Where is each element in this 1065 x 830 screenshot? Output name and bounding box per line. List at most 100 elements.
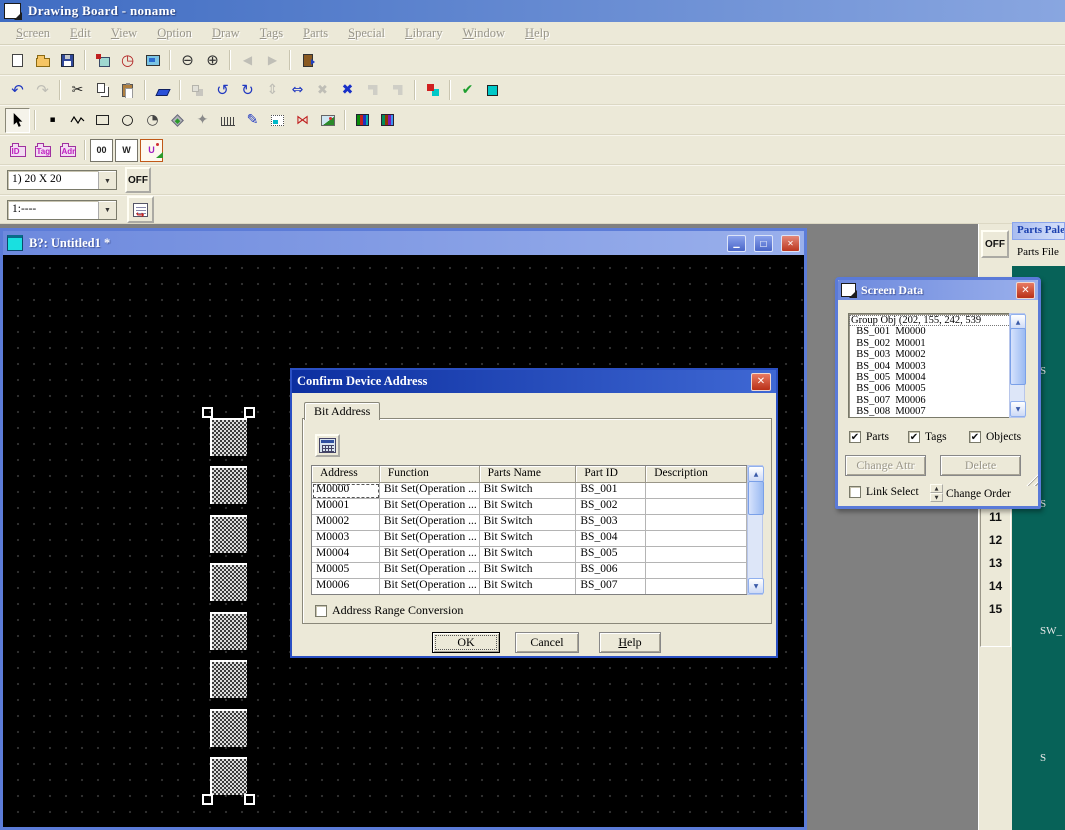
swap-colors-button[interactable] — [420, 78, 445, 103]
shrink-button[interactable]: ✖ — [310, 78, 335, 103]
paste-button[interactable] — [115, 78, 140, 103]
cancel-button[interactable]: Cancel — [515, 632, 579, 653]
flip-vertical-button[interactable]: ⇕ — [260, 78, 285, 103]
selection-handle[interactable] — [202, 794, 213, 805]
resize-grip[interactable] — [1025, 473, 1038, 486]
column-header-description[interactable]: Description — [646, 466, 747, 483]
bit-switch-part[interactable] — [210, 612, 247, 650]
library-w-button[interactable]: W — [115, 139, 138, 162]
align-button[interactable] — [185, 78, 210, 103]
adr-tag-button[interactable]: Adr — [55, 138, 80, 163]
parts-3d-button[interactable] — [350, 108, 375, 133]
zoom-out-button[interactable]: ⊖ — [175, 48, 200, 73]
cell-address[interactable]: M0005 — [312, 563, 380, 579]
fill-color-button[interactable] — [480, 78, 505, 103]
grid-off-toggle-button[interactable]: OFF — [125, 167, 151, 193]
attribute-check-button[interactable]: ✔ — [455, 78, 480, 103]
help-button[interactable]: Help — [599, 632, 661, 653]
select-button[interactable] — [5, 108, 30, 133]
cut-button[interactable]: ✂ — [65, 78, 90, 103]
cell-address[interactable]: M0006 — [312, 579, 380, 595]
parts-palette-title[interactable]: Parts Pale — [1012, 222, 1065, 240]
tag-tag-button[interactable]: Tag — [30, 138, 55, 163]
column-header-part-id[interactable]: Part ID — [576, 466, 646, 483]
selection-handle[interactable] — [244, 794, 255, 805]
state-list-button[interactable] — [127, 196, 154, 223]
exit-button[interactable] — [295, 48, 320, 73]
filter-tags[interactable]: ✔Tags — [908, 431, 947, 443]
rotate-left-button[interactable]: ↺ — [210, 78, 235, 103]
dot-button[interactable]: ▪ — [40, 108, 65, 133]
screen-data-item[interactable]: BS_005 M0004 — [849, 372, 1023, 383]
table-scrollbar[interactable]: ▲ ▼ — [747, 465, 763, 595]
spin-down-icon[interactable]: ▼ — [930, 493, 943, 502]
link-select-checkbox[interactable]: Link Select — [849, 486, 919, 498]
screen-data-item[interactable]: Group Obj (202, 155, 242, 539 — [849, 315, 1023, 326]
new-button[interactable] — [5, 48, 30, 73]
table-row[interactable]: M0003Bit Set(Operation ...Bit SwitchBS_0… — [312, 531, 747, 547]
menu-item-tags[interactable]: Tags — [250, 26, 293, 41]
screen-data-item[interactable]: BS_004 M0003 — [849, 361, 1023, 372]
screen-data-item[interactable]: BS_006 M0005 — [849, 383, 1023, 394]
palette-part-label[interactable]: S — [1040, 752, 1046, 764]
id-tag-button[interactable]: ID — [5, 138, 30, 163]
tag-mark-button[interactable]: ⋈ — [290, 108, 315, 133]
screen-data-item[interactable]: BS_001 M0000 — [849, 326, 1023, 337]
chevron-down-icon[interactable]: ▼ — [98, 201, 116, 219]
checkbox-icon[interactable] — [849, 486, 861, 498]
close-icon[interactable]: ✕ — [781, 235, 800, 252]
table-row[interactable]: M0002Bit Set(Operation ...Bit SwitchBS_0… — [312, 515, 747, 531]
bit-switch-part[interactable] — [210, 466, 247, 504]
library-u-button[interactable]: U — [140, 139, 163, 162]
parts-page-13[interactable]: 13 — [981, 556, 1010, 579]
selection-handle[interactable] — [202, 407, 213, 418]
parts-file-button[interactable]: Parts File — [1012, 240, 1065, 266]
menu-item-special[interactable]: Special — [338, 26, 395, 41]
parts-page-12[interactable]: 12 — [981, 533, 1010, 556]
checkbox-icon[interactable]: ✔ — [969, 431, 981, 443]
delete-button[interactable]: Delete — [940, 455, 1021, 476]
menu-item-window[interactable]: Window — [452, 26, 515, 41]
palette-part-label[interactable]: SW_ — [1040, 625, 1062, 637]
scroll-down-icon[interactable]: ▼ — [748, 578, 764, 594]
flip-horizontal-button[interactable]: ⇔ — [285, 78, 310, 103]
table-row[interactable]: M0005Bit Set(Operation ...Bit SwitchBS_0… — [312, 563, 747, 579]
grid-size-combo[interactable]: 1) 20 X 20 ▼ — [7, 170, 117, 190]
screen-manager-button[interactable] — [140, 48, 165, 73]
screen-data-item[interactable]: BS_008 M0007 — [849, 406, 1023, 417]
spin-up-icon[interactable]: ▲ — [930, 484, 943, 493]
image-button[interactable] — [315, 108, 340, 133]
bit-switch-part[interactable] — [210, 709, 247, 747]
alarm-clock-button[interactable]: ◷ — [115, 48, 140, 73]
parts-page-11[interactable]: 11 — [981, 510, 1010, 533]
device-keypad-button[interactable] — [315, 434, 340, 457]
save-button[interactable] — [55, 48, 80, 73]
menu-item-help[interactable]: Help — [515, 26, 559, 41]
filter-objects[interactable]: ✔Objects — [969, 431, 1021, 443]
bit-switch-part[interactable] — [210, 563, 247, 601]
parts-page-15[interactable]: 15 — [981, 602, 1010, 625]
state-combo[interactable]: 1:---- ▼ — [7, 200, 117, 220]
cell-address[interactable]: M0001 — [312, 499, 380, 515]
screen-data-item[interactable]: BS_007 M0006 — [849, 395, 1023, 406]
minimize-button[interactable]: ▁ — [727, 235, 746, 252]
screen-data-list[interactable]: Group Obj (202, 155, 242, 539 BS_001 M00… — [848, 313, 1024, 418]
menu-item-draw[interactable]: Draw — [202, 26, 250, 41]
enlarge-button[interactable]: ✖ — [335, 78, 360, 103]
change-attr-button[interactable]: Change Attr — [845, 455, 926, 476]
table-row[interactable]: M0000Bit Set(Operation ...Bit SwitchBS_0… — [312, 483, 747, 499]
parts-page-14[interactable]: 14 — [981, 579, 1010, 602]
bit-switch-part[interactable] — [210, 515, 247, 553]
bit-switch-part[interactable] — [210, 660, 247, 698]
polyline-button[interactable] — [65, 108, 90, 133]
arc-button[interactable]: ◔ — [140, 108, 165, 133]
table-row[interactable]: M0001Bit Set(Operation ...Bit SwitchBS_0… — [312, 499, 747, 515]
screen-data-title-bar[interactable]: Screen Data ✕ — [838, 280, 1038, 300]
cell-address[interactable]: M0002 — [312, 515, 380, 531]
menu-item-view[interactable]: View — [101, 26, 147, 41]
scale-button[interactable] — [215, 108, 240, 133]
screen-data-item[interactable]: BS_003 M0002 — [849, 349, 1023, 360]
menu-item-library[interactable]: Library — [395, 26, 453, 41]
undo-button[interactable]: ↶ — [5, 78, 30, 103]
filter-parts[interactable]: ✔Parts — [849, 431, 889, 443]
